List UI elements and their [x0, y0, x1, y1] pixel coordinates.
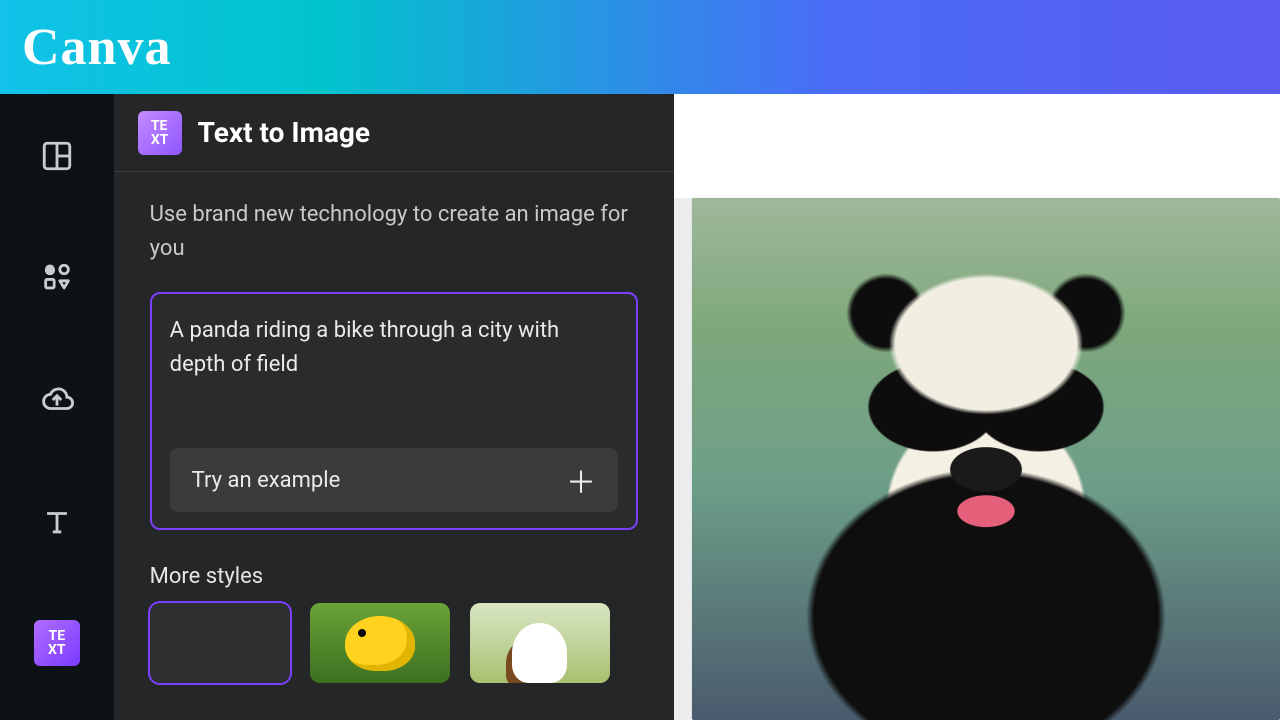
panel-header: TE XT Text to Image [114, 94, 674, 172]
main-area: TE XT TE XT Text to Image Use brand new … [0, 94, 1280, 720]
elements-icon[interactable] [33, 254, 81, 302]
canva-logo: Canva [22, 18, 171, 77]
templates-icon[interactable] [33, 132, 81, 180]
generated-image[interactable] [692, 198, 1280, 720]
text-to-image-app-icon[interactable]: TE XT [34, 620, 80, 666]
text-icon[interactable] [33, 498, 81, 546]
panel-app-badge-label: TE XT [151, 119, 169, 147]
try-example-button[interactable]: Try an example ＋ [170, 448, 618, 512]
panel-title: Text to Image [198, 116, 370, 149]
panel-app-icon: TE XT [138, 111, 182, 155]
panel-description: Use brand new technology to create an im… [150, 198, 638, 266]
canvas-area [674, 94, 1280, 720]
plus-icon: ＋ [566, 458, 596, 502]
prompt-box: Try an example ＋ [150, 292, 638, 530]
panel-body: Use brand new technology to create an im… [114, 172, 674, 683]
style-tile-duck[interactable] [310, 603, 450, 683]
text-to-image-panel: TE XT Text to Image Use brand new techno… [114, 94, 674, 720]
canvas-stage[interactable] [674, 198, 1280, 720]
try-example-label: Try an example [192, 468, 341, 493]
styles-row [150, 603, 638, 683]
app-badge-label: TE XT [48, 629, 66, 657]
top-banner: Canva [0, 0, 1280, 94]
canvas-toolbar [674, 94, 1280, 198]
style-tile-none[interactable] [150, 603, 290, 683]
rabbit-thumb [470, 603, 610, 683]
duck-thumb [310, 603, 450, 683]
left-rail: TE XT [0, 94, 114, 720]
prompt-input[interactable] [170, 314, 618, 444]
style-tile-rabbit[interactable] [470, 603, 610, 683]
uploads-icon[interactable] [33, 376, 81, 424]
more-styles-label: More styles [150, 564, 638, 589]
